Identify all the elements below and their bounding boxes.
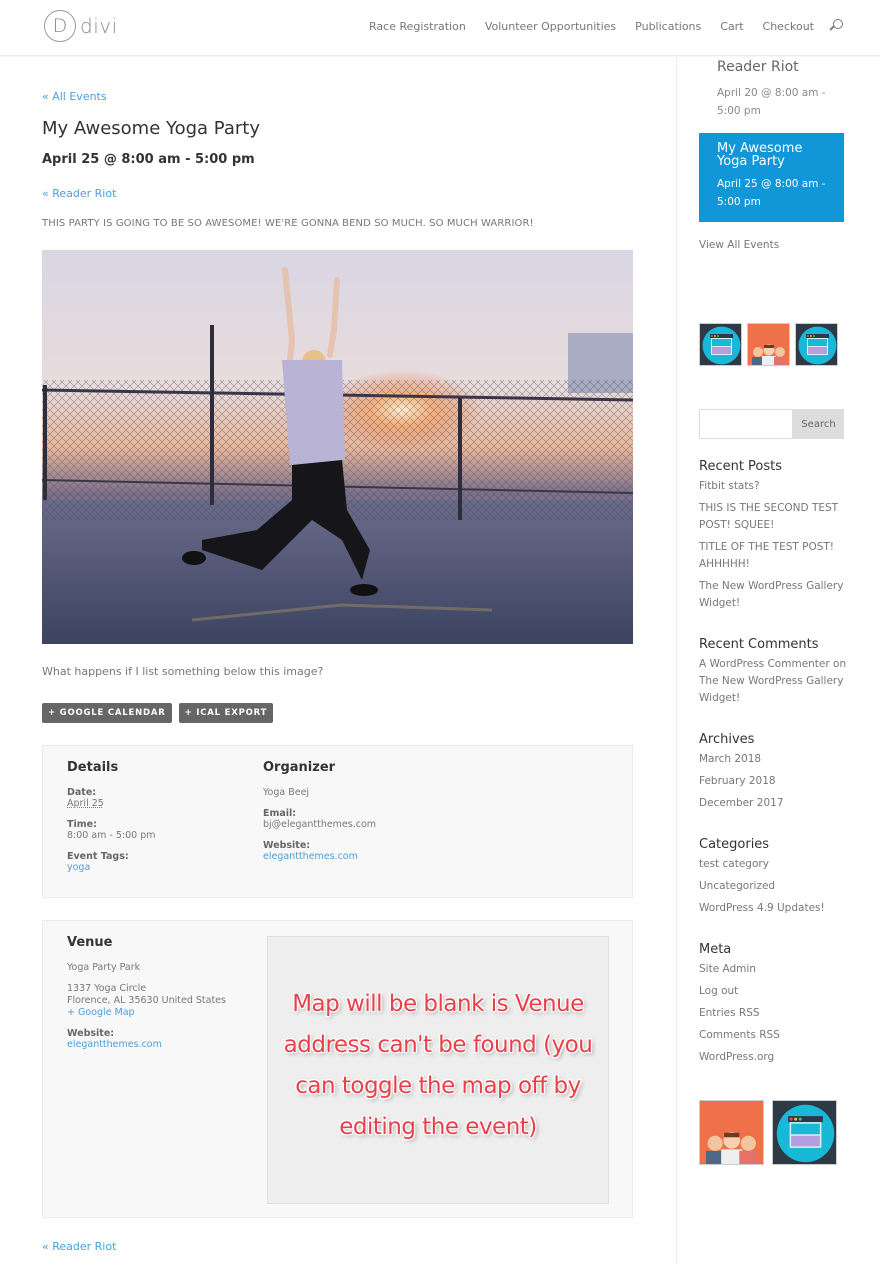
view-all-events-link[interactable]: View All Events bbox=[699, 239, 779, 251]
archive-link[interactable]: December 2017 bbox=[699, 795, 859, 812]
nav-checkout[interactable]: Checkout bbox=[763, 20, 814, 33]
logo-mark: D bbox=[44, 10, 76, 42]
archives-title: Archives bbox=[699, 732, 755, 747]
sidebar-divider bbox=[676, 57, 677, 1264]
venue-website-label: Website: bbox=[67, 1028, 115, 1039]
details-section: Details Date: April 25 Time: 8:00 am - 5… bbox=[67, 760, 156, 883]
event-tag-link[interactable]: yoga bbox=[67, 862, 156, 874]
logo-text: divi bbox=[80, 14, 118, 38]
event-description: THIS PARTY IS GOING TO BE SO AWESOME! WE… bbox=[42, 218, 534, 229]
event-title: My Awesome Yoga Party bbox=[42, 118, 260, 139]
venue-map[interactable]: Map will be blank is Venue address can't… bbox=[267, 936, 609, 1204]
event-featured-image bbox=[42, 250, 633, 644]
previous-event-link[interactable]: « Reader Riot bbox=[42, 187, 116, 200]
venue-address-line1: 1337 Yoga Circle bbox=[67, 983, 147, 994]
meta-log-out-link[interactable]: Log out bbox=[699, 983, 859, 1000]
categories-title: Categories bbox=[699, 837, 770, 852]
gallery-thumb-people[interactable] bbox=[747, 323, 790, 366]
gallery-widget-top bbox=[699, 323, 843, 366]
event-details-box: Details Date: April 25 Time: 8:00 am - 5… bbox=[42, 745, 633, 898]
meta-comments-rss-link[interactable]: Comments RSS bbox=[699, 1027, 859, 1044]
recent-post-link[interactable]: The New WordPress Gallery Widget! bbox=[699, 578, 859, 612]
gallery-widget-bottom bbox=[699, 1100, 845, 1165]
recent-posts-title: Recent Posts bbox=[699, 459, 783, 474]
event-venue-box: Venue Yoga Party Park 1337 Yoga Circle F… bbox=[42, 920, 633, 1218]
nav-publications[interactable]: Publications bbox=[635, 20, 701, 33]
upcoming-event-title[interactable]: Reader Riot bbox=[717, 59, 799, 75]
recent-comments-title: Recent Comments bbox=[699, 637, 819, 652]
meta-title: Meta bbox=[699, 942, 732, 957]
event-date: April 25 @ 8:00 am - 5:00 pm bbox=[42, 152, 255, 167]
search-icon[interactable] bbox=[829, 19, 844, 33]
date-value: April 25 bbox=[67, 798, 104, 809]
recent-post-link[interactable]: THIS IS THE SECOND TEST POST! SQUEE! bbox=[699, 500, 859, 534]
venue-name: Yoga Party Park bbox=[67, 962, 141, 973]
venue-section: Venue Yoga Party Park 1337 Yoga Circle F… bbox=[67, 935, 226, 1060]
organizer-website-link[interactable]: elegantthemes.com bbox=[263, 851, 376, 863]
main-nav: Race Registration Volunteer Opportunitie… bbox=[350, 19, 844, 33]
meta-wordpress-org-link[interactable]: WordPress.org bbox=[699, 1049, 859, 1066]
organizer-website-label: Website: bbox=[263, 840, 311, 851]
all-events-link[interactable]: « All Events bbox=[42, 90, 107, 103]
details-heading: Details bbox=[67, 760, 119, 775]
nav-race-registration[interactable]: Race Registration bbox=[369, 20, 466, 33]
site-header: D divi Race Registration Volunteer Oppor… bbox=[0, 0, 880, 56]
google-map-link[interactable]: + Google Map bbox=[67, 1007, 226, 1019]
google-calendar-button[interactable]: + Google Calendar bbox=[42, 703, 172, 723]
organizer-name: Yoga Beej bbox=[263, 787, 310, 798]
sidebar-search-input[interactable] bbox=[699, 409, 793, 439]
nav-cart[interactable]: Cart bbox=[720, 20, 743, 33]
sidebar-search: Search bbox=[699, 409, 844, 439]
below-image-text: What happens if I list something below t… bbox=[42, 665, 324, 678]
event-tags-label: Event Tags: bbox=[67, 851, 129, 862]
organizer-section: Organizer Yoga Beej Email: bj@elegantthe… bbox=[263, 760, 376, 872]
category-link[interactable]: Uncategorized bbox=[699, 878, 859, 895]
meta-widget: Meta Site Admin Log out Entries RSS Comm… bbox=[699, 942, 859, 1071]
calendar-export-buttons: + Google Calendar + iCal Export bbox=[42, 703, 280, 723]
sidebar-search-button[interactable]: Search bbox=[793, 409, 844, 439]
archive-link[interactable]: February 2018 bbox=[699, 773, 859, 790]
organizer-email-label: Email: bbox=[263, 808, 297, 819]
time-value: 8:00 am - 5:00 pm bbox=[67, 830, 156, 841]
highlighted-event-title[interactable]: My Awesome Yoga Party bbox=[717, 142, 826, 168]
gallery-thumb-browser[interactable] bbox=[772, 1100, 837, 1165]
gallery-thumb-browser[interactable] bbox=[699, 323, 742, 366]
highlighted-event-date: April 25 @ 8:00 am - 5:00 pm bbox=[717, 178, 826, 208]
gallery-thumb-people[interactable] bbox=[699, 1100, 764, 1165]
categories-widget: Categories test category Uncategorized W… bbox=[699, 837, 859, 922]
highlighted-event[interactable]: My Awesome Yoga Party April 25 @ 8:00 am… bbox=[699, 133, 844, 222]
recent-post-link[interactable]: Fitbit stats? bbox=[699, 478, 859, 495]
nav-volunteer-opportunities[interactable]: Volunteer Opportunities bbox=[485, 20, 616, 33]
date-label: Date: bbox=[67, 787, 97, 798]
venue-address-line2: Florence, AL 35630 United States bbox=[67, 995, 226, 1006]
meta-site-admin-link[interactable]: Site Admin bbox=[699, 961, 859, 978]
upcoming-event-date: April 20 @ 8:00 am - 5:00 pm bbox=[717, 87, 826, 117]
archive-link[interactable]: March 2018 bbox=[699, 751, 859, 768]
recent-post-link[interactable]: TITLE OF THE TEST POST! AHHHHH! bbox=[699, 539, 859, 573]
category-link[interactable]: WordPress 4.9 Updates! bbox=[699, 900, 859, 917]
venue-website-link[interactable]: elegantthemes.com bbox=[67, 1039, 226, 1051]
meta-entries-rss-link[interactable]: Entries RSS bbox=[699, 1005, 859, 1022]
ical-export-button[interactable]: + iCal Export bbox=[178, 703, 274, 723]
time-label: Time: bbox=[67, 819, 97, 830]
venue-heading: Venue bbox=[67, 935, 113, 950]
organizer-email-value: bj@elegantthemes.com bbox=[263, 819, 377, 830]
gallery-thumb-browser[interactable] bbox=[795, 323, 838, 366]
organizer-heading: Organizer bbox=[263, 760, 336, 775]
recent-comments-widget: Recent Comments A WordPress Commenter on… bbox=[699, 637, 859, 712]
archives-widget: Archives March 2018 February 2018 Decemb… bbox=[699, 732, 859, 817]
category-link[interactable]: test category bbox=[699, 856, 859, 873]
footer-previous-event-link[interactable]: « Reader Riot bbox=[42, 1240, 116, 1253]
recent-comment-link[interactable]: A WordPress Commenter on The New WordPre… bbox=[699, 656, 859, 707]
site-logo[interactable]: D divi bbox=[44, 10, 118, 42]
map-annotation: Map will be blank is Venue address can't… bbox=[283, 991, 593, 1140]
recent-posts-widget: Recent Posts Fitbit stats? THIS IS THE S… bbox=[699, 459, 859, 617]
